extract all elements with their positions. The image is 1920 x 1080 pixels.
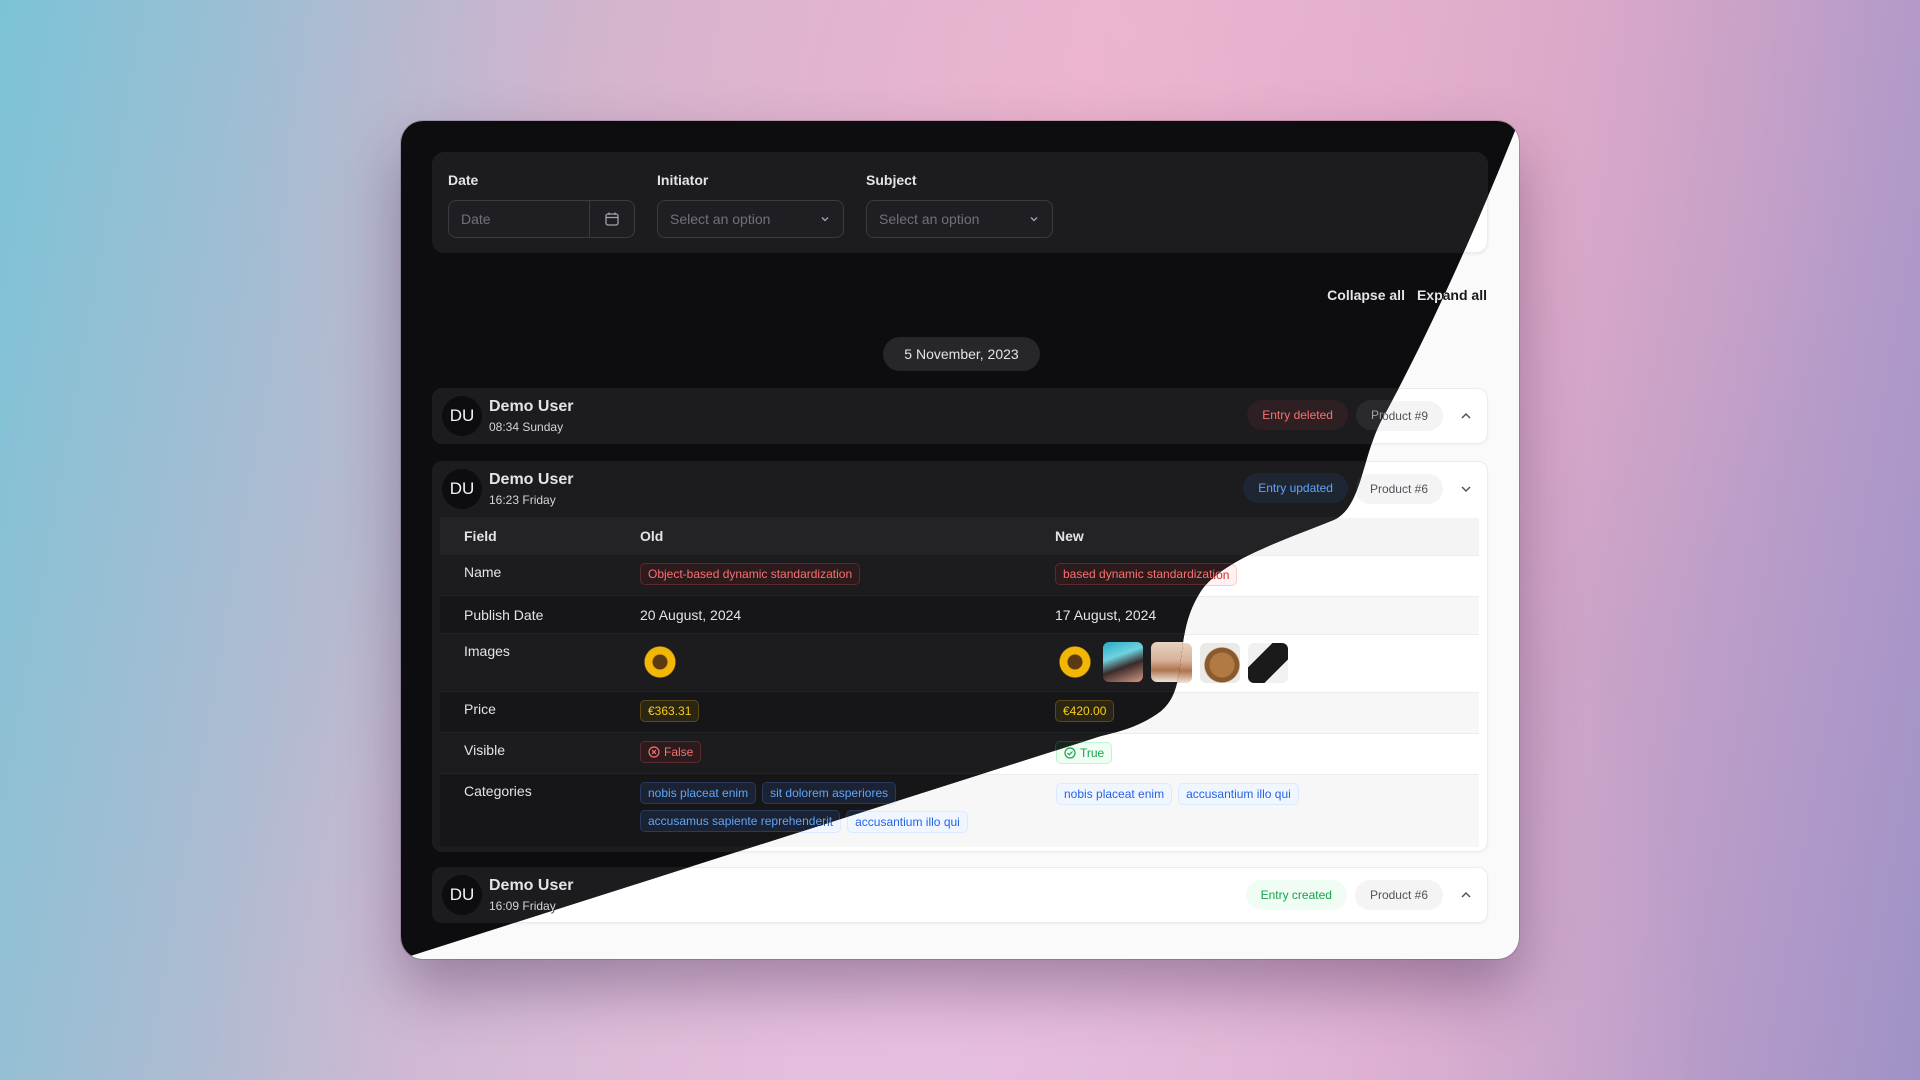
calendar-icon[interactable] bbox=[589, 201, 634, 237]
collapse-all-button[interactable]: Collapse all bbox=[1327, 287, 1405, 303]
subject-filter-label: Subject bbox=[866, 172, 917, 188]
old-value: €363.31 bbox=[640, 700, 699, 722]
field-name: Categories bbox=[464, 783, 532, 799]
user-name: Demo User bbox=[489, 398, 574, 415]
initiator-select[interactable]: Select an option bbox=[657, 200, 844, 238]
chevron-up-icon[interactable] bbox=[1455, 405, 1477, 427]
date-input[interactable]: Date bbox=[448, 200, 635, 238]
initiator-select-placeholder: Select an option bbox=[670, 211, 771, 227]
chevron-up-icon[interactable] bbox=[1455, 884, 1477, 906]
field-name: Price bbox=[464, 701, 496, 717]
entry-time: 16:09 Friday bbox=[489, 899, 556, 913]
date-filter-label: Date bbox=[448, 172, 479, 188]
subject-select-placeholder: Select an option bbox=[879, 211, 980, 227]
old-value: Object-based dynamic standardization bbox=[640, 563, 860, 585]
entry-time: 16:23 Friday bbox=[489, 493, 556, 507]
woman-portrait-image[interactable] bbox=[1103, 642, 1143, 682]
subject-filter: Subject Select an option bbox=[866, 152, 1053, 238]
chevron-down-icon bbox=[1028, 213, 1040, 225]
old-value: 20 August, 2024 bbox=[640, 606, 742, 623]
date-filter: Date Date bbox=[448, 152, 635, 238]
field-name: Visible bbox=[464, 742, 505, 758]
category-chip: accusantium illo qui bbox=[847, 811, 968, 833]
new-value: True bbox=[1080, 746, 1105, 760]
user-name: Demo User bbox=[489, 877, 574, 894]
user-name: Demo User bbox=[489, 471, 574, 488]
category-chip: nobis placeat enim bbox=[1056, 783, 1173, 805]
category-chip: sit dolorem asperiores bbox=[762, 782, 896, 804]
field-name: Name bbox=[464, 564, 502, 580]
new-value: €420.00 bbox=[1055, 700, 1114, 722]
field-name: Images bbox=[464, 643, 510, 659]
entry-time: 08:34 Sunday bbox=[489, 420, 564, 434]
field-column-header: Field bbox=[464, 527, 497, 544]
sunflower-image[interactable] bbox=[640, 642, 680, 682]
action-badge: Entry created bbox=[1245, 880, 1347, 910]
date-group-label: 5 November, 2023 bbox=[883, 337, 1040, 371]
subject-badge[interactable]: Product #6 bbox=[1354, 880, 1443, 910]
avatar: DU bbox=[442, 396, 482, 436]
sunflower-image[interactable] bbox=[1055, 642, 1095, 682]
category-chip: accusantium illo qui bbox=[1178, 783, 1299, 805]
activity-log-card: Date Date Initiator Select an option Sub… bbox=[401, 121, 1519, 959]
subject-select[interactable]: Select an option bbox=[866, 200, 1053, 238]
category-chip: nobis placeat enim bbox=[640, 782, 756, 804]
straw-hat-image[interactable] bbox=[1200, 643, 1240, 683]
visible-false-chip: False bbox=[640, 741, 701, 763]
old-column-header: Old bbox=[640, 527, 664, 544]
subject-badge[interactable]: Product #6 bbox=[1354, 474, 1443, 504]
log-entry[interactable]: DU Demo User 08:34 Sunday Entry deleted … bbox=[432, 388, 1488, 444]
action-badge: Entry deleted bbox=[1247, 400, 1348, 430]
filter-bar: Date Date Initiator Select an option Sub… bbox=[432, 152, 1488, 253]
date-input-placeholder: Date bbox=[461, 211, 491, 227]
initiator-filter-label: Initiator bbox=[657, 172, 709, 188]
action-badge: Entry updated bbox=[1243, 473, 1348, 503]
check-circle-icon bbox=[1064, 747, 1076, 759]
chevron-down-icon bbox=[819, 213, 831, 225]
old-value: False bbox=[664, 745, 694, 759]
field-name: Publish Date bbox=[464, 606, 544, 623]
black-boot-image[interactable] bbox=[1248, 643, 1288, 683]
initiator-filter: Initiator Select an option bbox=[657, 152, 844, 238]
avatar: DU bbox=[442, 469, 482, 509]
x-circle-icon bbox=[648, 746, 660, 758]
chevron-down-icon[interactable] bbox=[1455, 478, 1477, 500]
avatar: DU bbox=[442, 875, 482, 915]
